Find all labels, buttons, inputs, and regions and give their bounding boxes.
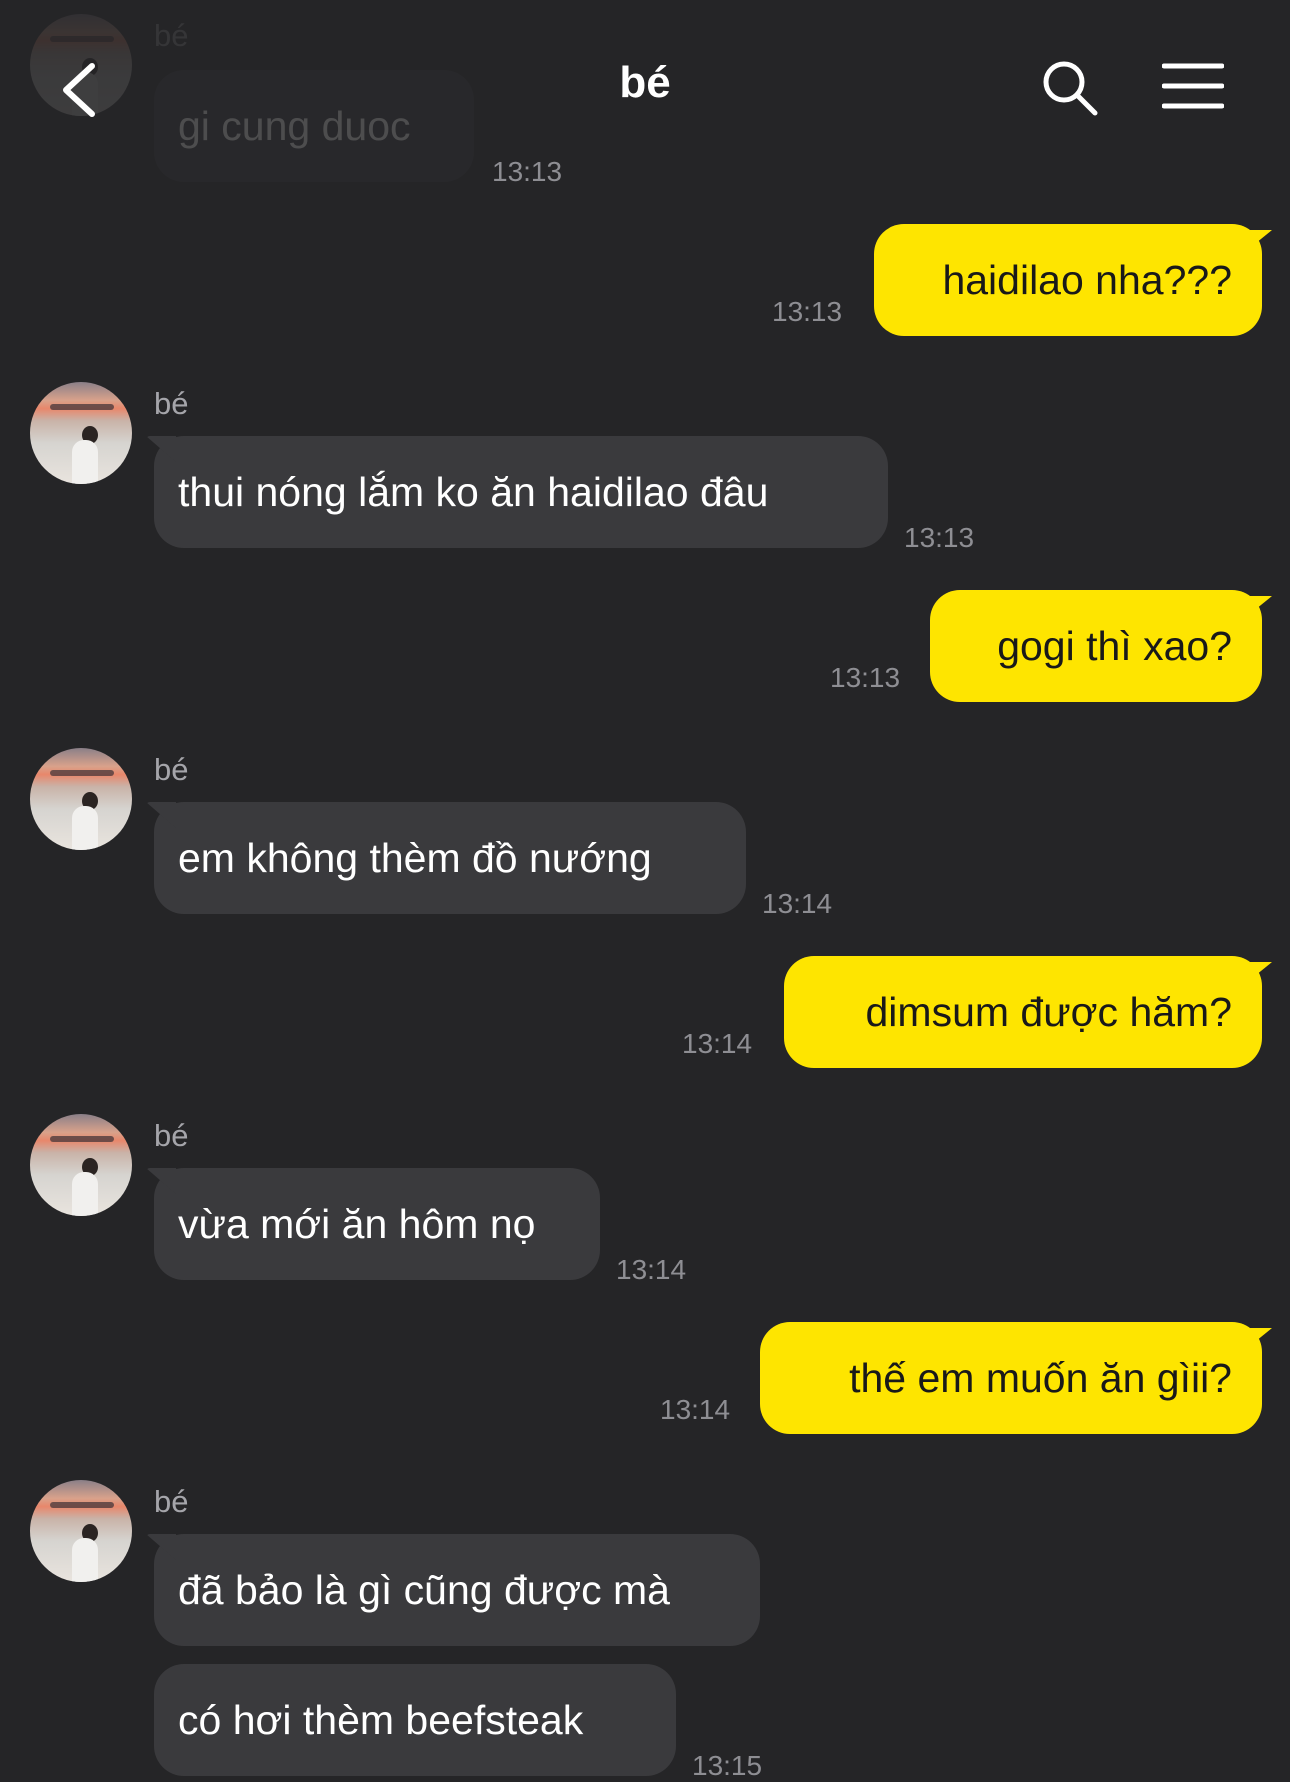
message-bubble-incoming[interactable]: thui nóng lắm ko ăn haidilao đâu bbox=[154, 436, 888, 548]
avatar[interactable] bbox=[30, 382, 132, 484]
message-time: 13:15 bbox=[692, 1750, 763, 1781]
message-time: 13:14 bbox=[682, 1028, 753, 1059]
message-time: 13:13 bbox=[772, 296, 843, 327]
message-bubble-outgoing[interactable]: dimsum được hăm? bbox=[784, 956, 1262, 1068]
message-text: gi cung duoc bbox=[178, 103, 411, 149]
search-icon bbox=[1043, 61, 1098, 116]
avatar[interactable] bbox=[30, 1480, 132, 1582]
message-text: dimsum được hăm? bbox=[865, 989, 1233, 1035]
sender-name: bé bbox=[154, 1118, 189, 1153]
message-text: vừa mới ăn hôm nọ bbox=[178, 1201, 536, 1247]
avatar[interactable] bbox=[30, 748, 132, 850]
message-bubble-outgoing[interactable]: haidilao nha??? bbox=[874, 224, 1262, 336]
message-bubble-outgoing[interactable]: thế em muốn ăn gìii? bbox=[760, 1322, 1262, 1434]
message-bubble-incoming[interactable]: có hơi thèm beefsteak bbox=[154, 1664, 676, 1776]
message-text: có hơi thèm beefsteak bbox=[178, 1697, 584, 1743]
hamburger-menu-icon bbox=[1161, 63, 1225, 109]
sender-name: bé bbox=[154, 752, 189, 787]
message-text: thui nóng lắm ko ăn haidilao đâu bbox=[178, 469, 769, 515]
sender-name: bé bbox=[154, 18, 189, 53]
sender-name: bé bbox=[154, 386, 189, 421]
menu-button[interactable] bbox=[1161, 62, 1225, 112]
message-text: gogi thì xao? bbox=[997, 623, 1232, 669]
message-time: 13:14 bbox=[660, 1394, 731, 1425]
message-bubble-incoming[interactable]: em không thèm đồ nướng bbox=[154, 802, 746, 914]
message-text: em không thèm đồ nướng bbox=[178, 835, 652, 881]
message-text: đã bảo là gì cũng được mà bbox=[178, 1567, 670, 1613]
message-bubble-incoming[interactable]: vừa mới ăn hôm nọ bbox=[154, 1168, 600, 1280]
message-time: 13:13 bbox=[830, 662, 901, 693]
message-bubble-outgoing[interactable]: gogi thì xao? bbox=[930, 590, 1262, 702]
message-time: 13:14 bbox=[616, 1254, 687, 1285]
message-bubble-incoming[interactable]: đã bảo là gì cũng được mà bbox=[154, 1534, 760, 1646]
message-time: 13:13 bbox=[492, 156, 563, 187]
message-text: haidilao nha??? bbox=[942, 257, 1232, 303]
message-time: 13:13 bbox=[904, 522, 975, 553]
message-time: 13:14 bbox=[762, 888, 833, 919]
avatar[interactable] bbox=[30, 1114, 132, 1216]
sender-name: bé bbox=[154, 1484, 189, 1519]
message-text: thế em muốn ăn gìii? bbox=[849, 1355, 1232, 1401]
search-button[interactable] bbox=[1040, 58, 1100, 118]
